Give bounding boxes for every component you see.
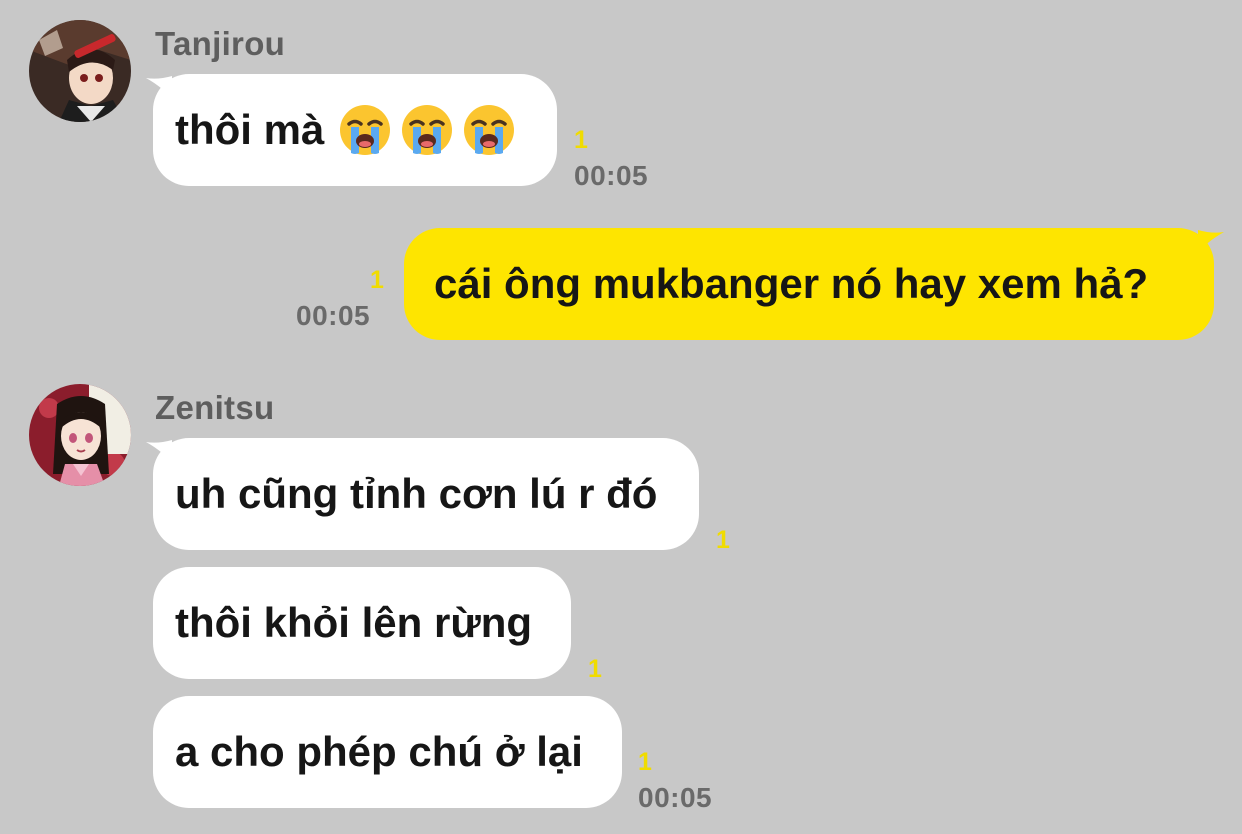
avatar-zenitsu[interactable] xyxy=(29,384,131,486)
unread-count: 1 xyxy=(588,655,602,683)
message-bubble-outgoing[interactable]: cái ông mukbanger nó hay xem hả? xyxy=(404,228,1214,340)
anime-avatar-icon xyxy=(29,384,131,486)
anime-avatar-icon xyxy=(29,20,131,122)
bubble-tail xyxy=(1198,230,1224,254)
sender-name: Zenitsu xyxy=(155,389,275,426)
message-bubble[interactable]: a cho phép chú ở lại xyxy=(153,696,622,808)
message-text: uh cũng tỉnh cơn lú r đó xyxy=(175,470,658,517)
unread-count: 1 xyxy=(716,526,730,554)
avatar-tanjirou[interactable] xyxy=(29,20,131,122)
message-bubble[interactable]: thôi mà xyxy=(153,74,557,186)
sender-name: Tanjirou xyxy=(155,25,286,62)
message-bubble[interactable]: uh cũng tỉnh cơn lú r đó xyxy=(153,438,699,550)
message-text: a cho phép chú ở lại xyxy=(175,728,583,775)
message-text: thôi khỏi lên rừng xyxy=(175,599,533,646)
message-time: 00:05 xyxy=(296,300,371,331)
unread-count: 1 xyxy=(638,748,652,776)
loudly-crying-face-icon xyxy=(462,103,516,157)
message-time: 00:05 xyxy=(638,782,713,813)
message-time: 00:05 xyxy=(574,160,649,191)
loudly-crying-face-icon xyxy=(400,103,454,157)
message-bubble[interactable]: thôi khỏi lên rừng xyxy=(153,567,571,679)
message-text: cái ông mukbanger nó hay xem hả? xyxy=(434,260,1149,307)
loudly-crying-face-icon xyxy=(338,103,392,157)
unread-count: 1 xyxy=(574,126,588,154)
unread-count: 1 xyxy=(370,266,384,294)
emoji-group xyxy=(330,103,516,157)
message-text: thôi mà xyxy=(175,106,325,153)
